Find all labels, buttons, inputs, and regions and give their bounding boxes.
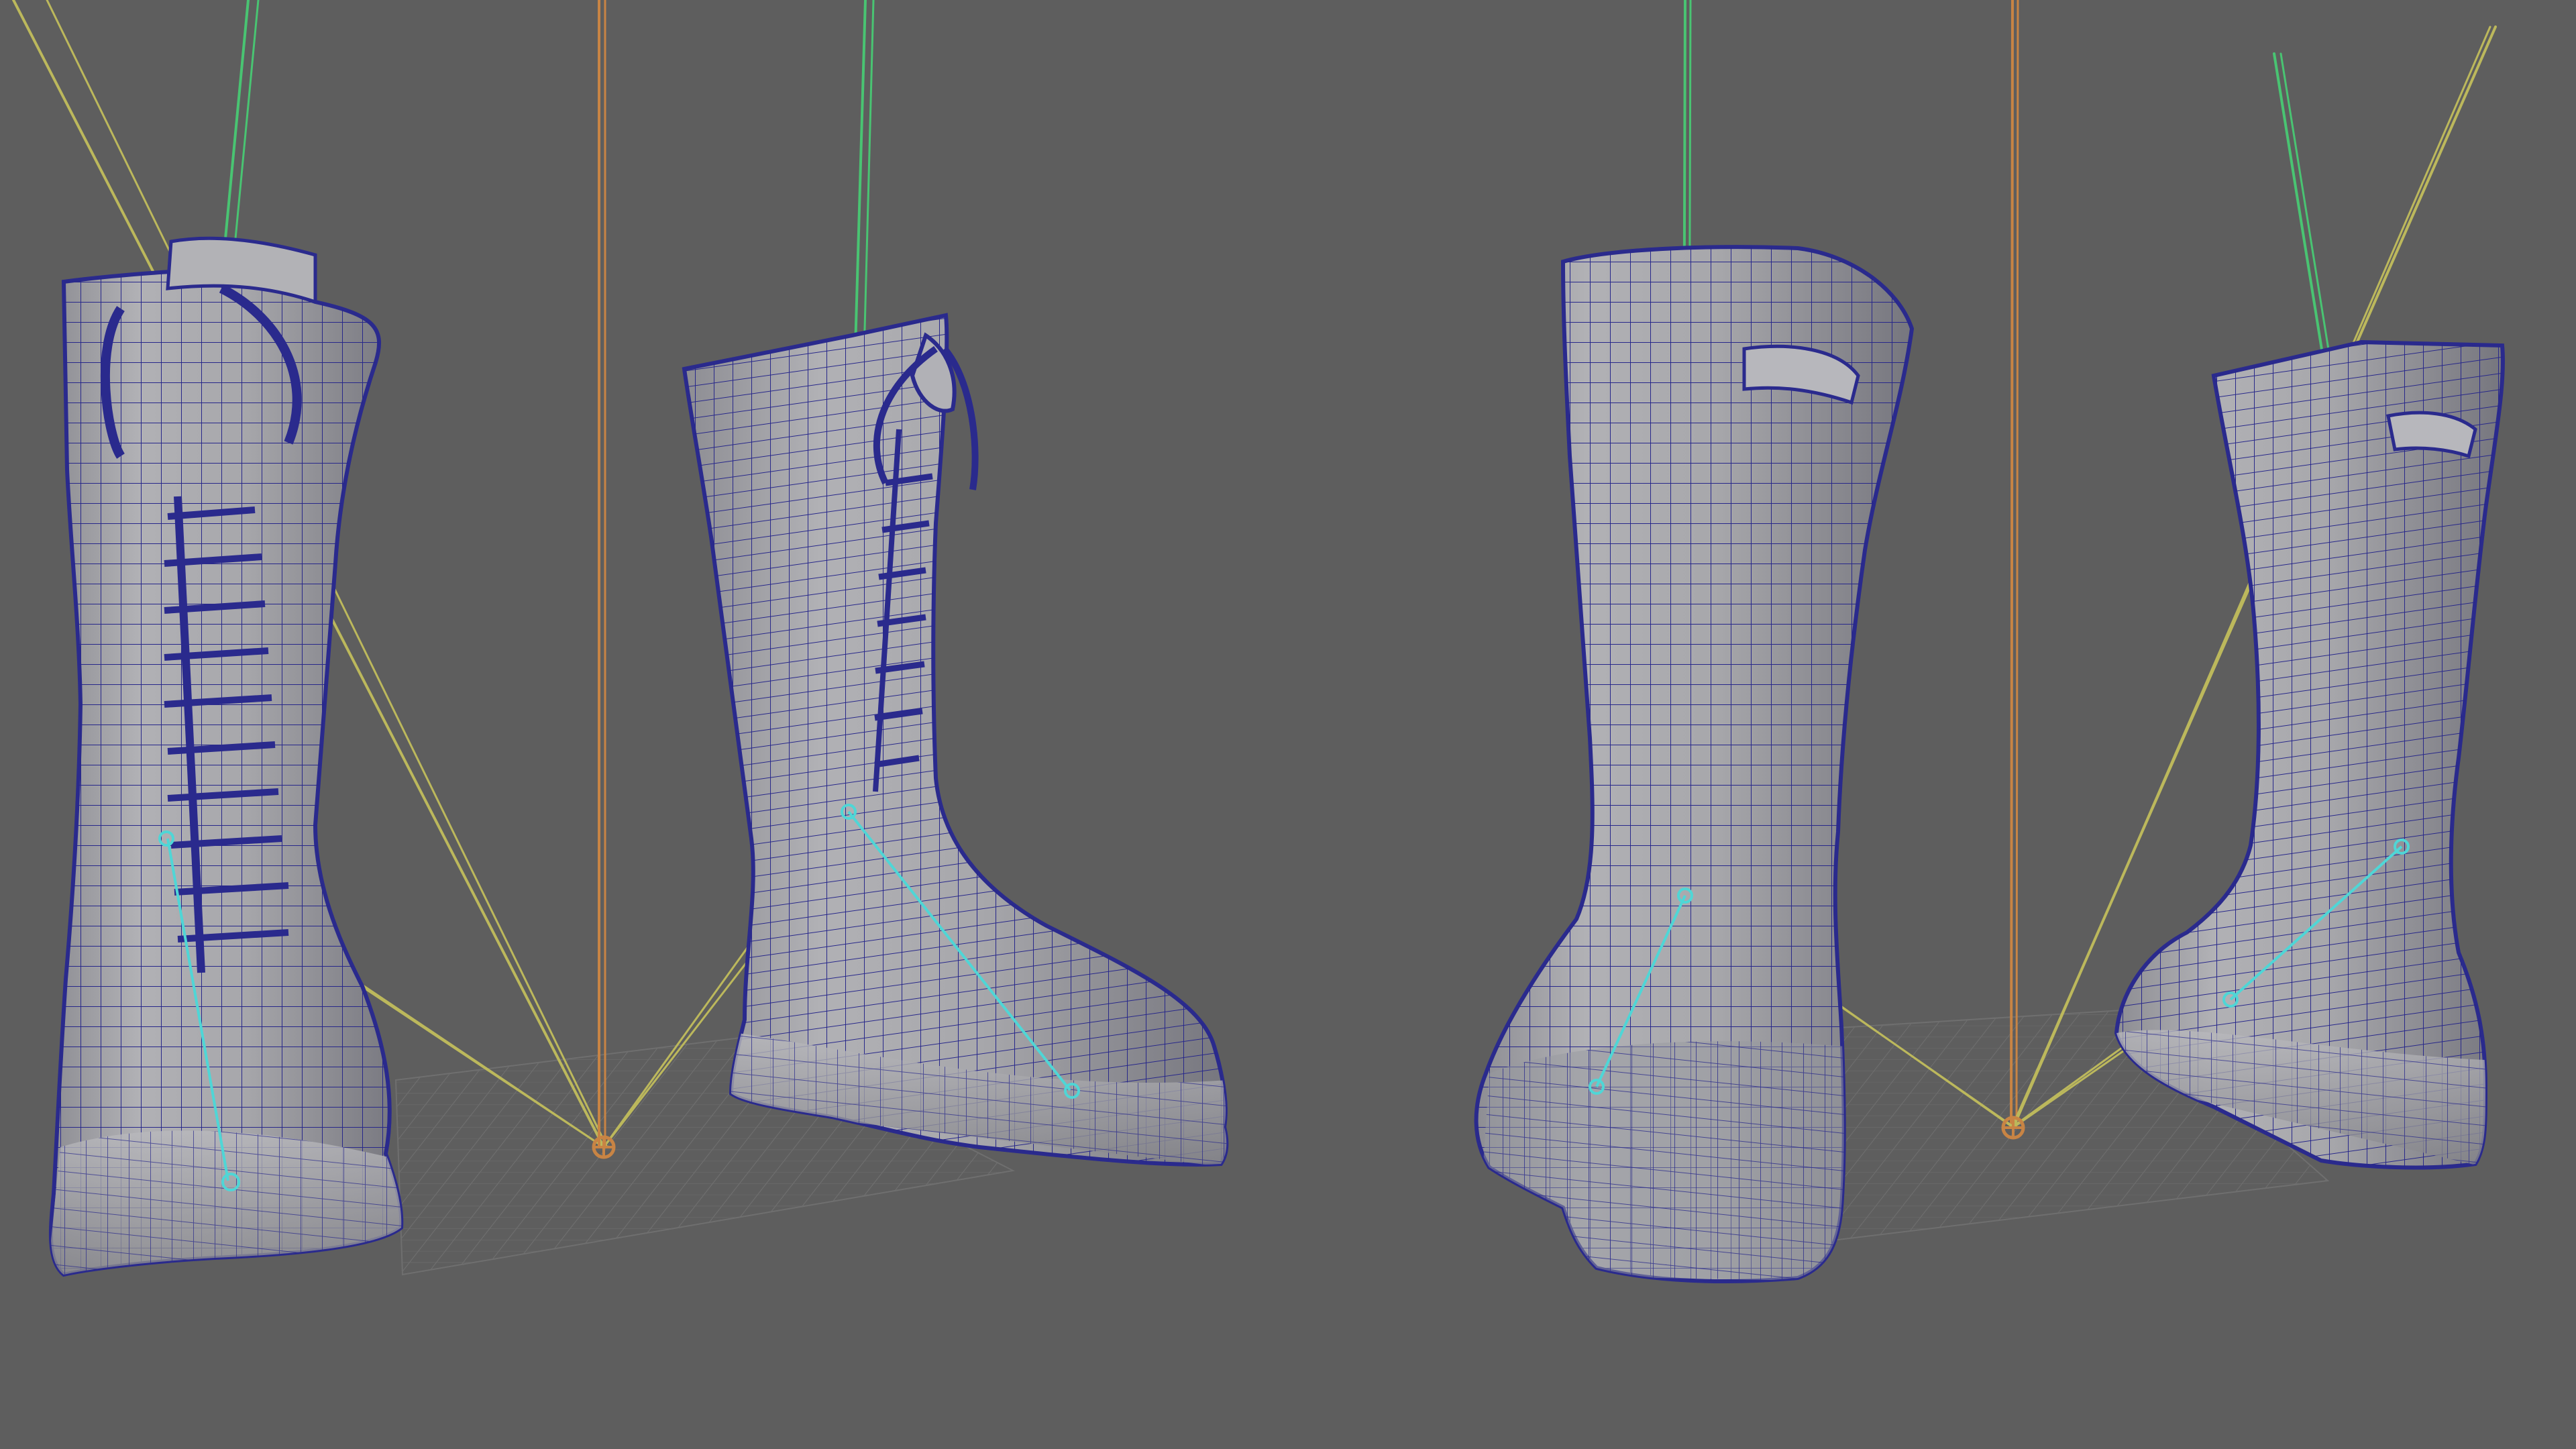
joint-hub-left[interactable] <box>592 1135 616 1159</box>
maya-viewport[interactable] <box>0 0 2576 1449</box>
scene-canvas[interactable] <box>0 0 2576 1449</box>
joint-hub-right[interactable] <box>2001 1116 2025 1140</box>
